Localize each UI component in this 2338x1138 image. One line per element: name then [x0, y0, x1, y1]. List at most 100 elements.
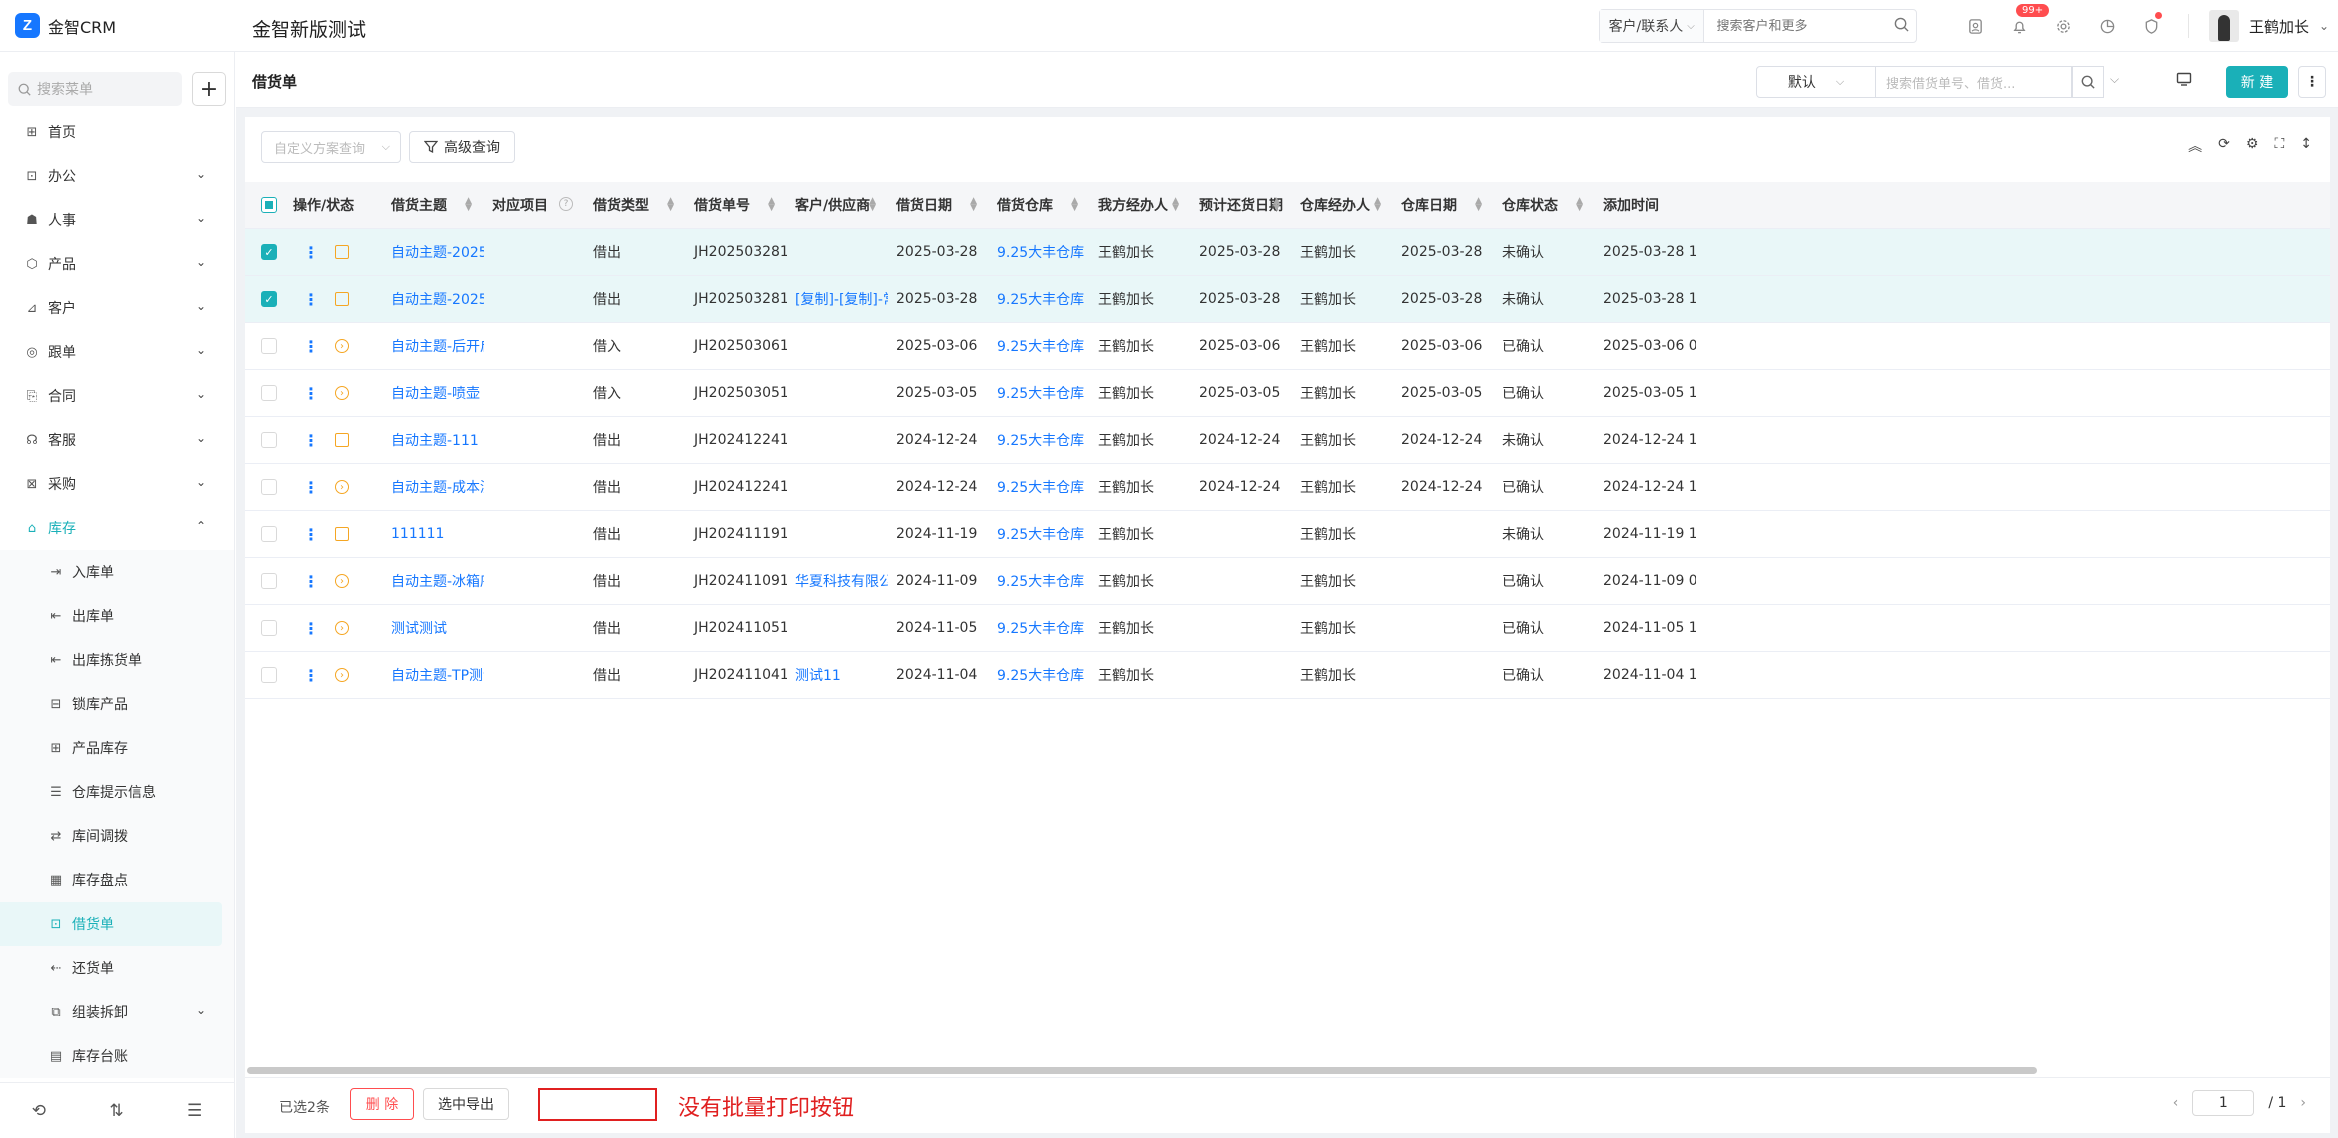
row-checkbox[interactable] — [261, 573, 277, 589]
cell-warehouse[interactable]: 9.25大丰仓库 — [989, 511, 1090, 557]
table-row[interactable]: ⋮›测试测试借出JH2024110510012024-11-059.25大丰仓库… — [245, 605, 2330, 652]
column-header[interactable]: 借货类型 ▲ ▼ — [585, 182, 686, 228]
sort-icon[interactable]: ▲ ▼ — [667, 197, 674, 213]
sidebar-item[interactable]: ▤ 库存台账 — [0, 1034, 234, 1078]
sidebar-item[interactable]: ◎ 跟单 ⌄ — [0, 330, 234, 374]
table-row[interactable]: ⋮›自动主题-喷壶借入JH2025030510012025-03-059.25大… — [245, 370, 2330, 417]
refresh-icon[interactable]: ⟳ — [2218, 136, 2230, 156]
list-search-button[interactable] — [2072, 66, 2104, 98]
prev-page-button[interactable]: ‹ — [2173, 1095, 2179, 1111]
column-header[interactable]: 仓库日期 ▲ ▼ — [1393, 182, 1494, 228]
contact-book-icon[interactable] — [1960, 12, 1990, 40]
cell-subject[interactable]: 自动主题-TP测试 — [383, 652, 484, 698]
horizontal-scrollbar[interactable] — [247, 1067, 2037, 1074]
sort-icon[interactable]: ▲ ▼ — [1374, 197, 1381, 213]
sidebar-item[interactable]: ⊞ 首页 — [0, 110, 234, 154]
delete-button[interactable]: 删 除 — [350, 1088, 414, 1120]
cell-warehouse[interactable]: 9.25大丰仓库 — [989, 558, 1090, 604]
history-icon[interactable]: ⟲ — [32, 1101, 46, 1121]
cell-customer[interactable] — [787, 605, 888, 651]
column-header[interactable]: 预计还货日期 ▲ ▼ — [1191, 182, 1292, 228]
sidebar-item[interactable]: ⇥ 入库单 — [0, 550, 234, 594]
row-menu-icon[interactable]: ⋮ — [303, 478, 319, 497]
sidebar-item[interactable]: ⇤ 出库单 — [0, 594, 234, 638]
sidebar-item[interactable]: ⊞ 产品库存 — [0, 726, 234, 770]
sidebar-item[interactable]: ☗ 人事 ⌄ — [0, 198, 234, 242]
table-row[interactable]: ✓ ⋮ 自动主题-2025日历... 借出 JH202503281002 2025-03-… — [245, 229, 2330, 276]
page-number-input[interactable] — [2192, 1090, 2255, 1116]
table-row[interactable]: ⋮ 111111 借出 JH202411191001 2024-11-19 9.25大丰仓… — [245, 511, 2330, 558]
column-header[interactable]: 仓库状态 ▲ ▼ — [1494, 182, 1595, 228]
row-menu-icon[interactable]: ⋮ — [303, 525, 319, 544]
cell-subject[interactable]: 测试测试 — [383, 605, 484, 651]
cell-customer[interactable] — [787, 417, 888, 463]
row-checkbox[interactable] — [261, 338, 277, 354]
row-checkbox[interactable] — [261, 667, 277, 683]
sidebar-item[interactable]: ▦ 库存盘点 — [0, 858, 234, 902]
sidebar-item[interactable]: ⌂ 库存 ⌃ — [0, 506, 234, 550]
sort-icon[interactable]: ▲ ▼ — [465, 197, 472, 213]
advanced-query-button[interactable]: 高级查询 — [409, 131, 515, 163]
sidebar-item[interactable]: ⊠ 采购 ⌄ — [0, 462, 234, 506]
sidebar-item[interactable]: ⊡ 办公 ⌄ — [0, 154, 234, 198]
sort-icon[interactable]: ⇅ — [109, 1101, 123, 1121]
column-header[interactable]: 借货仓库 ▲ ▼ — [989, 182, 1090, 228]
row-menu-icon[interactable]: ⋮ — [303, 337, 319, 356]
cell-customer[interactable]: 华夏科技有限公司 — [787, 558, 888, 604]
sidebar-item[interactable]: ⧉ 组装拆卸 ⌄ — [0, 990, 234, 1034]
row-checkbox[interactable] — [261, 479, 277, 495]
cell-subject[interactable]: 111111 — [383, 511, 484, 557]
table-row[interactable]: ⋮›自动主题-冰箱序列号借出JH202411091001华夏科技有限公司2024… — [245, 558, 2330, 605]
list-search-input[interactable]: 搜索借货单号、借货... — [1876, 66, 2072, 98]
cell-subject[interactable]: 自动主题-111 — [383, 417, 484, 463]
collapse-up-icon[interactable]: ︽ — [2188, 136, 2202, 156]
cell-warehouse[interactable]: 9.25大丰仓库 — [989, 464, 1090, 510]
cell-customer[interactable] — [787, 464, 888, 510]
cell-warehouse[interactable]: 9.25大丰仓库 — [989, 370, 1090, 416]
column-header[interactable]: 我方经办人 ▲ ▼ — [1090, 182, 1191, 228]
next-page-button[interactable]: › — [2300, 1095, 2306, 1111]
shield-icon[interactable] — [2136, 12, 2166, 40]
row-menu-icon[interactable]: ⋮ — [303, 431, 319, 450]
sidebar-item[interactable]: ⊡ 借货单 — [0, 902, 222, 946]
chevron-down-icon[interactable]: ⌵ — [2110, 72, 2119, 87]
cell-customer[interactable]: 测试11 — [787, 652, 888, 698]
cell-warehouse[interactable]: 9.25大丰仓库 — [989, 652, 1090, 698]
cell-subject[interactable]: 自动主题-成本测试... — [383, 464, 484, 510]
sidebar-item[interactable]: ⇤ 出库拣货单 — [0, 638, 234, 682]
table-row[interactable]: ⋮›自动主题-成本测试...借出JH2024122410012024-12-24… — [245, 464, 2330, 511]
sort-icon[interactable]: ▲ ▼ — [768, 197, 775, 213]
cell-customer[interactable] — [787, 370, 888, 416]
cell-customer[interactable] — [787, 511, 888, 557]
table-row[interactable]: ✓ ⋮ 自动主题-2025日历... 借出 JH202503281001[复制]-[复制… — [245, 276, 2330, 323]
cell-warehouse[interactable]: 9.25大丰仓库 — [989, 276, 1090, 322]
row-menu-icon[interactable]: ⋮ — [303, 290, 319, 309]
sort-icon[interactable]: ▲ ▼ — [970, 197, 977, 213]
column-header[interactable]: 客户/供应商 ▲ ▼ — [787, 182, 888, 228]
cell-warehouse[interactable]: 9.25大丰仓库 — [989, 323, 1090, 369]
cell-subject[interactable]: 自动主题-2025日历... — [383, 276, 484, 322]
search-type-select[interactable]: 客户/联系人 ⌵ — [1600, 10, 1705, 42]
cell-customer[interactable] — [787, 323, 888, 369]
sidebar-item[interactable]: ☊ 客服 ⌄ — [0, 418, 234, 462]
app-logo[interactable]: Z 金智CRM — [15, 13, 116, 38]
table-row[interactable]: ⋮›自动主题-TP测试借出JH202411041001测试112024-11-0… — [245, 652, 2330, 699]
row-menu-icon[interactable]: ⋮ — [303, 572, 319, 591]
monitor-icon[interactable] — [2176, 72, 2192, 90]
row-checkbox[interactable] — [261, 620, 277, 636]
cell-customer[interactable]: [复制]-[复制]-常州... — [787, 276, 888, 322]
collapse-menu-icon[interactable]: ☰ — [187, 1101, 202, 1121]
scheme-select[interactable]: 自定义方案查询 ⌵ — [261, 131, 401, 163]
fullscreen-icon[interactable]: ⛶ — [2274, 136, 2284, 156]
view-select[interactable]: 默认 ⌵ — [1756, 66, 1876, 98]
select-all-checkbox[interactable] — [261, 197, 277, 213]
add-menu-button[interactable]: + — [192, 72, 226, 106]
column-header[interactable]: 借货日期 ▲ ▼ — [888, 182, 989, 228]
column-header[interactable]: 对应项目? — [484, 182, 585, 228]
cell-warehouse[interactable]: 9.25大丰仓库 — [989, 417, 1090, 463]
sort-icon[interactable]: ▲ ▼ — [1576, 197, 1583, 213]
row-checkbox[interactable]: ✓ — [261, 244, 277, 260]
sidebar-item[interactable]: ⬡ 产品 ⌄ — [0, 242, 234, 286]
bell-icon[interactable]: 99+ — [2004, 4, 2050, 40]
sort-icon[interactable]: ▲ ▼ — [1273, 197, 1280, 213]
